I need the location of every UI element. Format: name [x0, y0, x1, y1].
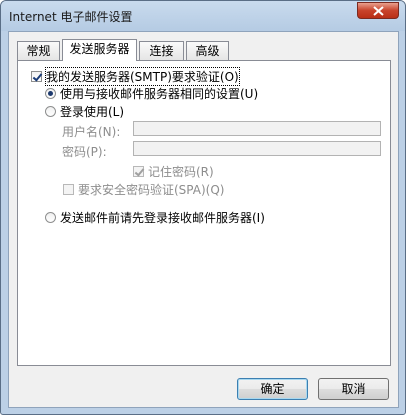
tab-outgoing-server[interactable]: 发送服务器 [62, 39, 137, 61]
close-icon [373, 6, 384, 16]
remember-password-checkbox[interactable] [133, 166, 144, 177]
smtp-auth-label: 我的发送服务器(SMTP)要求验证(O) [45, 67, 240, 86]
remember-password-option[interactable]: 记住密码(R) [133, 163, 214, 180]
dialog-title: Internet 电子邮件设置 [9, 10, 133, 24]
require-spa-option[interactable]: 要求安全密码验证(SPA)(Q) [63, 181, 224, 198]
dialog-body: 常规 发送服务器 连接 高级 我的发送服务器(SMTP)要求验证(O) 使用与接… [8, 31, 399, 408]
tab-panel-outgoing-server: 我的发送服务器(SMTP)要求验证(O) 使用与接收邮件服务器相同的设置(U) … [17, 60, 391, 366]
tab-connection[interactable]: 连接 [139, 41, 184, 60]
tab-general[interactable]: 常规 [17, 41, 60, 60]
log-on-using-label: 登录使用(L) [60, 105, 125, 119]
same-as-incoming-radio[interactable] [45, 88, 56, 99]
ok-button[interactable]: 确定 [237, 378, 308, 400]
settings-dialog: Internet 电子邮件设置 常规 发送服务器 连接 高级 我的发送服务器(S… [0, 0, 406, 415]
username-label: 用户名(N): [62, 125, 121, 139]
cancel-button[interactable]: 取消 [318, 378, 389, 400]
require-spa-checkbox[interactable] [63, 184, 74, 195]
remember-password-label: 记住密码(R) [148, 165, 214, 179]
password-input[interactable] [133, 141, 381, 156]
log-on-using-radio[interactable] [45, 106, 56, 117]
tab-advanced[interactable]: 高级 [186, 41, 229, 60]
log-on-incoming-first-radio[interactable] [45, 212, 56, 223]
same-as-incoming-option[interactable]: 使用与接收邮件服务器相同的设置(U) [45, 85, 258, 102]
smtp-auth-checkbox[interactable] [31, 71, 42, 82]
close-button[interactable] [357, 2, 399, 19]
log-on-using-option[interactable]: 登录使用(L) [45, 103, 124, 120]
require-spa-label: 要求安全密码验证(SPA)(Q) [78, 183, 225, 197]
title-bar[interactable]: Internet 电子邮件设置 [1, 1, 405, 31]
username-input[interactable] [133, 121, 381, 136]
same-as-incoming-label: 使用与接收邮件服务器相同的设置(U) [60, 87, 259, 101]
smtp-auth-option[interactable]: 我的发送服务器(SMTP)要求验证(O) [31, 67, 240, 86]
log-on-incoming-first-option[interactable]: 发送邮件前请先登录接收邮件服务器(I) [45, 209, 265, 226]
log-on-incoming-first-label: 发送邮件前请先登录接收邮件服务器(I) [60, 211, 265, 225]
password-label: 密码(P): [62, 145, 107, 159]
